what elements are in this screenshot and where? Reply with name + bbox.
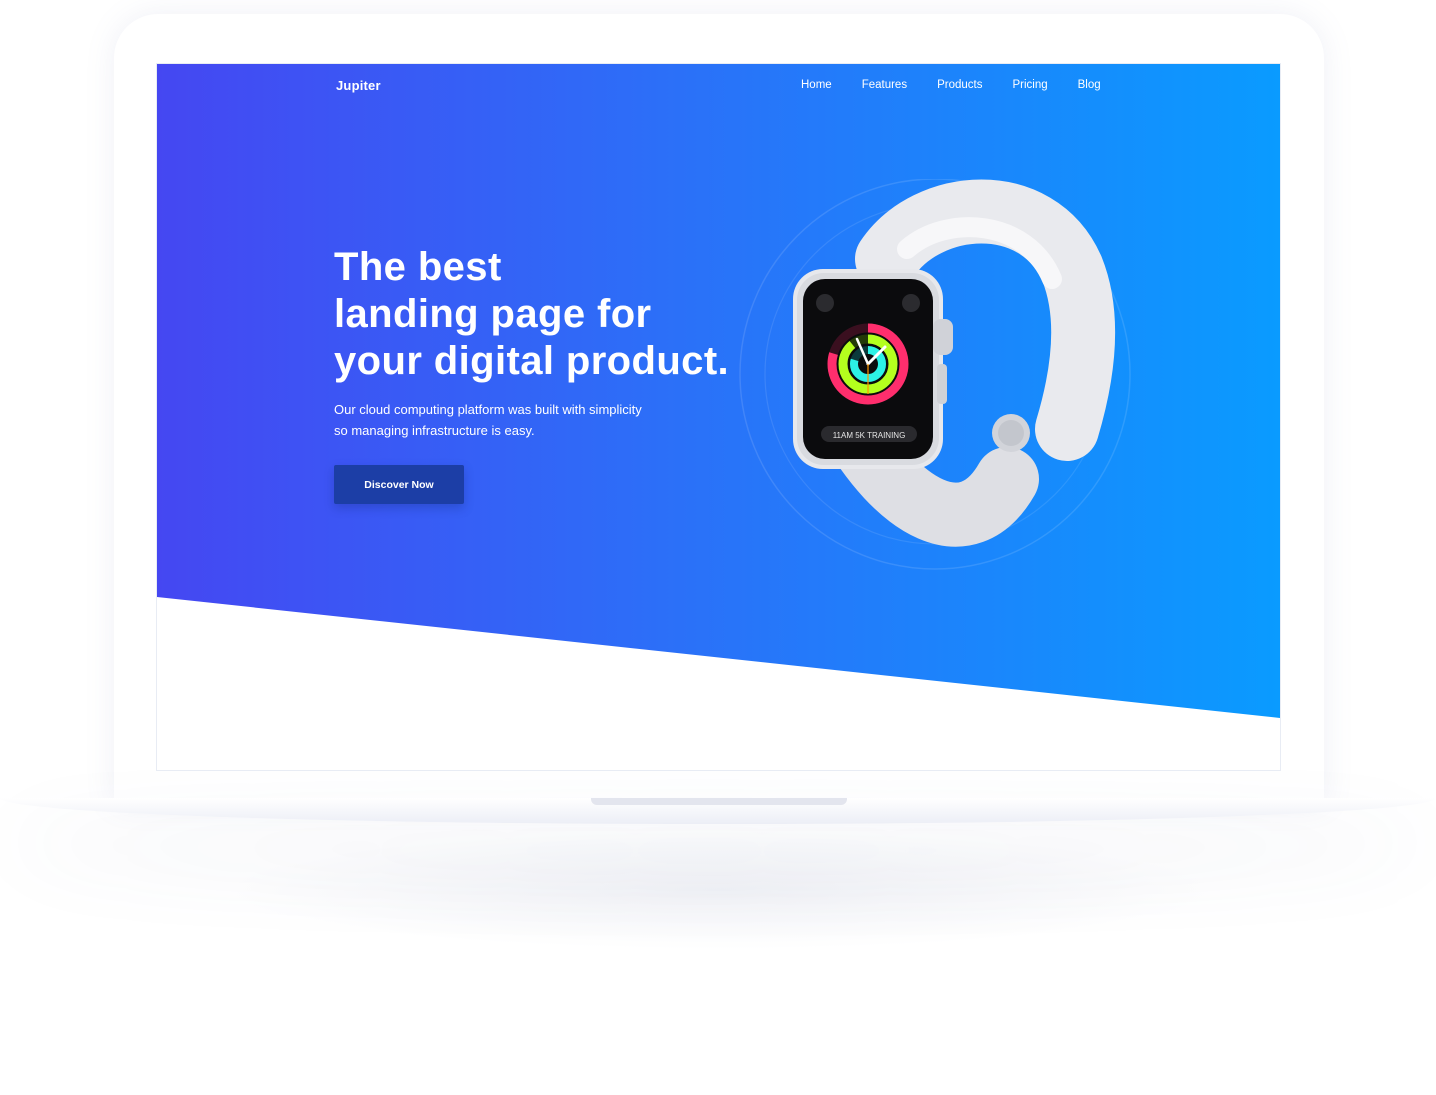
laptop-notch	[591, 798, 847, 805]
laptop-screen: Jupiter Home Features Products Pricing B…	[156, 63, 1281, 771]
nav-item-features[interactable]: Features	[862, 79, 907, 91]
watch-screen-label: 11AM 5K TRAINING	[833, 431, 906, 440]
discover-now-button[interactable]: Discover Now	[334, 465, 464, 504]
headline-line-1: The best	[334, 245, 502, 289]
brand-logo[interactable]: Jupiter	[336, 78, 381, 93]
laptop-floor-shadow	[220, 830, 1220, 950]
headline-line-3: your digital product.	[334, 339, 730, 383]
subtext-line-1: Our cloud computing platform was built w…	[334, 402, 642, 417]
subtext-line-2: so managing infrastructure is easy.	[334, 423, 535, 438]
nav-item-home[interactable]: Home	[801, 79, 832, 91]
nav-item-pricing[interactable]: Pricing	[1012, 79, 1047, 91]
runner-complication-icon	[902, 294, 920, 312]
nav-menu: Home Features Products Pricing Blog	[801, 79, 1101, 91]
weather-complication-icon	[816, 294, 834, 312]
nav-item-products[interactable]: Products	[937, 79, 982, 91]
headline-line-2: landing page for	[334, 292, 652, 336]
hero-headline: The best landing page for your digital p…	[334, 244, 754, 385]
watch-product-icon: 11AM 5K TRAINING	[739, 179, 1131, 570]
top-navigation: Jupiter Home Features Products Pricing B…	[157, 64, 1280, 108]
hero-subtext: Our cloud computing platform was built w…	[334, 399, 694, 441]
nav-item-blog[interactable]: Blog	[1078, 79, 1101, 91]
